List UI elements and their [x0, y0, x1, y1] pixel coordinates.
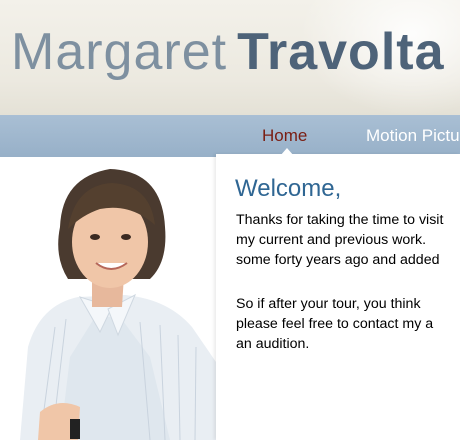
- site-title-last-name: Travolta: [237, 23, 445, 81]
- intro-line: some forty years ago and added: [236, 252, 440, 268]
- intro-line: Thanks for taking the time to visit: [236, 212, 444, 228]
- site-header: Margaret Travolta: [0, 0, 460, 115]
- contact-line: an audition.: [236, 336, 310, 352]
- contact-line: please feel free to contact my a: [236, 316, 434, 332]
- main-nav: Home Motion Pictures: [0, 115, 460, 157]
- intro-line: my current and previous work.: [236, 232, 427, 248]
- intro-paragraph: Thanks for taking the time to visit my c…: [236, 210, 460, 270]
- welcome-heading: Welcome,: [235, 175, 342, 202]
- nav-motion-pictures-link[interactable]: Motion Pictures: [366, 125, 460, 147]
- nav-home-link[interactable]: Home: [262, 125, 307, 147]
- contact-paragraph: So if after your tour, you think please …: [236, 294, 460, 354]
- nav-active-pointer: [280, 148, 294, 156]
- portrait-illustration: [20, 169, 216, 440]
- portrait-photo: [0, 157, 216, 440]
- site-title[interactable]: Margaret Travolta: [11, 22, 445, 82]
- contact-line: So if after your tour, you think: [236, 296, 421, 312]
- site-title-first-name: Margaret: [11, 23, 228, 81]
- welcome-content: Welcome, Thanks for taking the time to v…: [216, 154, 460, 440]
